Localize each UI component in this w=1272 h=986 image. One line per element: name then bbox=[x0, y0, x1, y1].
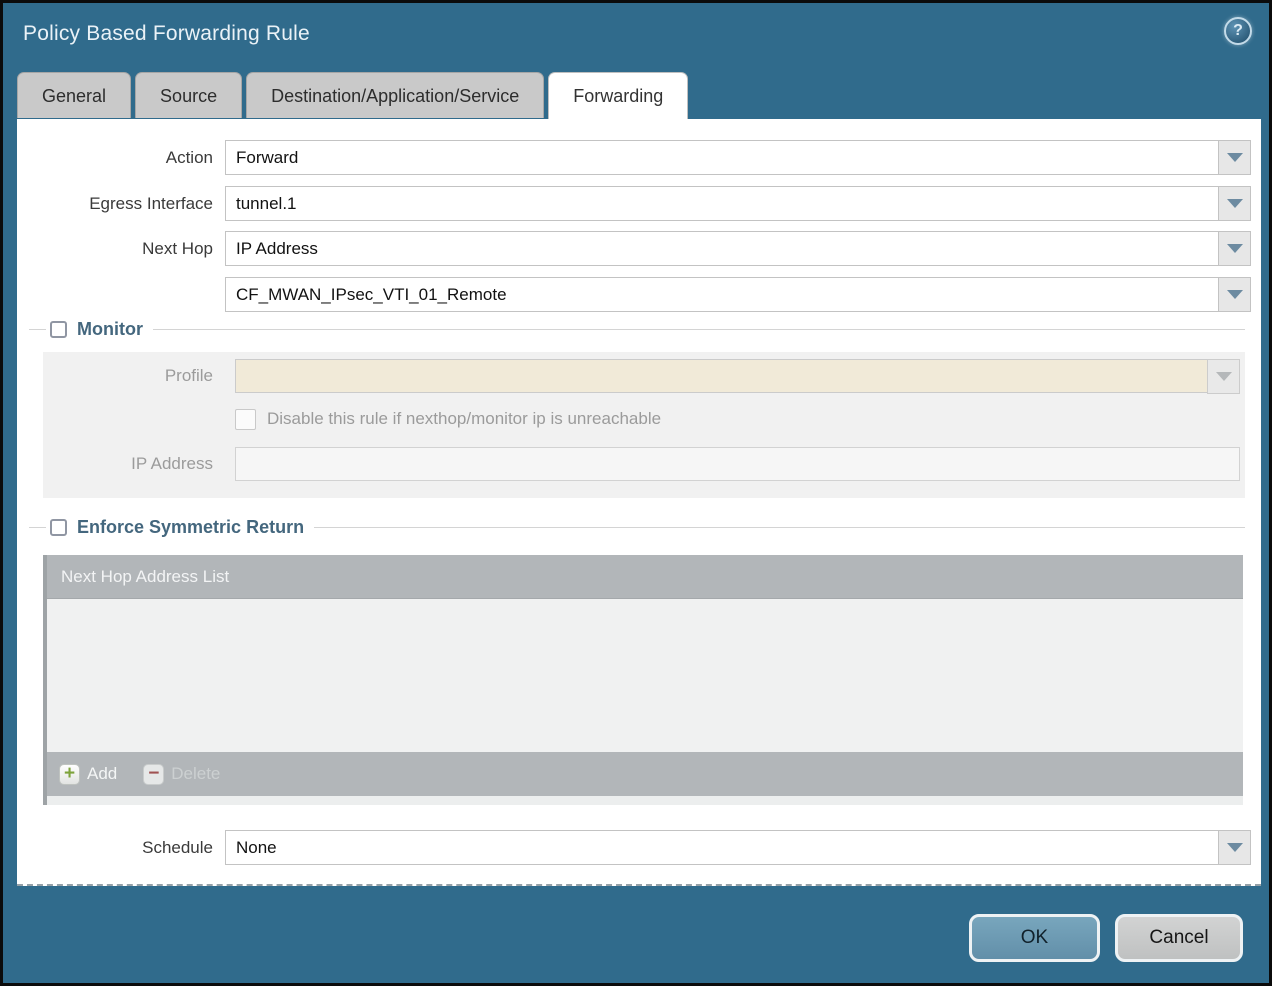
symmetric-return-legend: Enforce Symmetric Return bbox=[46, 516, 314, 539]
symmetric-return-legend-label: Enforce Symmetric Return bbox=[77, 517, 304, 538]
disable-rule-checkbox bbox=[235, 409, 256, 430]
action-dropdown-button[interactable] bbox=[1218, 140, 1251, 175]
monitor-fieldset-line bbox=[29, 329, 1245, 330]
egress-interface-dropdown[interactable]: tunnel.1 bbox=[225, 186, 1251, 221]
disable-rule-row: Disable this rule if nexthop/monitor ip … bbox=[235, 404, 661, 434]
next-hop-dropdown-button[interactable] bbox=[1218, 231, 1251, 266]
next-hop-address-dropdown[interactable]: CF_MWAN_IPsec_VTI_01_Remote bbox=[225, 277, 1251, 312]
egress-interface-dropdown-button[interactable] bbox=[1218, 186, 1251, 221]
table-toolbar: Add Delete bbox=[47, 752, 1243, 796]
profile-dropdown bbox=[235, 359, 1240, 393]
next-hop-address-row: CF_MWAN_IPsec_VTI_01_Remote bbox=[17, 277, 1261, 312]
monitor-ip-address-row: IP Address bbox=[43, 447, 1245, 481]
policy-based-forwarding-dialog: Policy Based Forwarding Rule ? General S… bbox=[0, 0, 1272, 986]
ok-button[interactable]: OK bbox=[969, 914, 1100, 962]
monitor-ip-address-value bbox=[235, 447, 1240, 481]
next-hop-row: Next Hop IP Address bbox=[17, 231, 1261, 266]
action-label: Action bbox=[17, 140, 213, 175]
tab-destination-application-service[interactable]: Destination/Application/Service bbox=[246, 72, 544, 118]
monitor-ip-address-label: IP Address bbox=[43, 447, 213, 481]
schedule-dropdown[interactable]: None bbox=[225, 830, 1251, 865]
add-button[interactable]: Add bbox=[59, 764, 117, 785]
chevron-down-icon bbox=[1227, 843, 1243, 852]
help-icon[interactable]: ? bbox=[1224, 17, 1252, 45]
delete-icon bbox=[143, 764, 164, 785]
enforce-symmetric-return-checkbox[interactable] bbox=[50, 519, 67, 536]
table-body[interactable] bbox=[47, 599, 1243, 752]
next-hop-type-value[interactable]: IP Address bbox=[225, 231, 1219, 266]
monitor-ip-address-fieldwrap bbox=[235, 447, 1240, 481]
egress-interface-value[interactable]: tunnel.1 bbox=[225, 186, 1219, 221]
profile-label: Profile bbox=[43, 359, 213, 393]
profile-row: Profile bbox=[43, 359, 1245, 393]
tab-forwarding[interactable]: Forwarding bbox=[548, 72, 688, 119]
table-header-row: Next Hop Address List bbox=[47, 555, 1243, 599]
profile-value bbox=[235, 359, 1208, 393]
chevron-down-icon bbox=[1227, 244, 1243, 253]
next-hop-address-value[interactable]: CF_MWAN_IPsec_VTI_01_Remote bbox=[225, 277, 1219, 312]
dialog-title: Policy Based Forwarding Rule bbox=[23, 22, 310, 46]
next-hop-type-dropdown[interactable]: IP Address bbox=[225, 231, 1251, 266]
action-value[interactable]: Forward bbox=[225, 140, 1219, 175]
next-hop-address-table: Next Hop Address List Add Delete bbox=[43, 555, 1243, 805]
chevron-down-icon bbox=[1216, 372, 1232, 381]
monitor-checkbox[interactable] bbox=[50, 321, 67, 338]
egress-interface-label: Egress Interface bbox=[17, 186, 213, 221]
egress-interface-row: Egress Interface tunnel.1 bbox=[17, 186, 1261, 221]
table-bottom-strip bbox=[47, 796, 1243, 805]
schedule-row: Schedule None bbox=[17, 830, 1261, 865]
cancel-button[interactable]: Cancel bbox=[1115, 914, 1243, 962]
disable-rule-label: Disable this rule if nexthop/monitor ip … bbox=[267, 409, 661, 429]
schedule-value[interactable]: None bbox=[225, 830, 1219, 865]
schedule-label: Schedule bbox=[17, 830, 213, 865]
profile-dropdown-button bbox=[1207, 359, 1240, 394]
tab-bar: General Source Destination/Application/S… bbox=[17, 72, 688, 119]
add-icon bbox=[59, 764, 80, 785]
forwarding-tab-panel: Action Forward Egress Interface tunnel.1… bbox=[17, 119, 1261, 886]
schedule-dropdown-button[interactable] bbox=[1218, 830, 1251, 865]
delete-button: Delete bbox=[143, 764, 220, 785]
monitor-legend-label: Monitor bbox=[77, 319, 143, 340]
action-row: Action Forward bbox=[17, 140, 1261, 175]
add-button-label: Add bbox=[87, 764, 117, 784]
tab-general[interactable]: General bbox=[17, 72, 131, 118]
delete-button-label: Delete bbox=[171, 764, 220, 784]
next-hop-label: Next Hop bbox=[17, 231, 213, 266]
chevron-down-icon bbox=[1227, 290, 1243, 299]
chevron-down-icon bbox=[1227, 199, 1243, 208]
chevron-down-icon bbox=[1227, 153, 1243, 162]
column-next-hop-address-list: Next Hop Address List bbox=[61, 567, 229, 587]
action-dropdown[interactable]: Forward bbox=[225, 140, 1251, 175]
monitor-panel: Profile Disable this rule if nexthop/mon… bbox=[43, 352, 1245, 498]
tab-source[interactable]: Source bbox=[135, 72, 242, 118]
next-hop-address-dropdown-button[interactable] bbox=[1218, 277, 1251, 312]
monitor-legend: Monitor bbox=[46, 318, 153, 341]
